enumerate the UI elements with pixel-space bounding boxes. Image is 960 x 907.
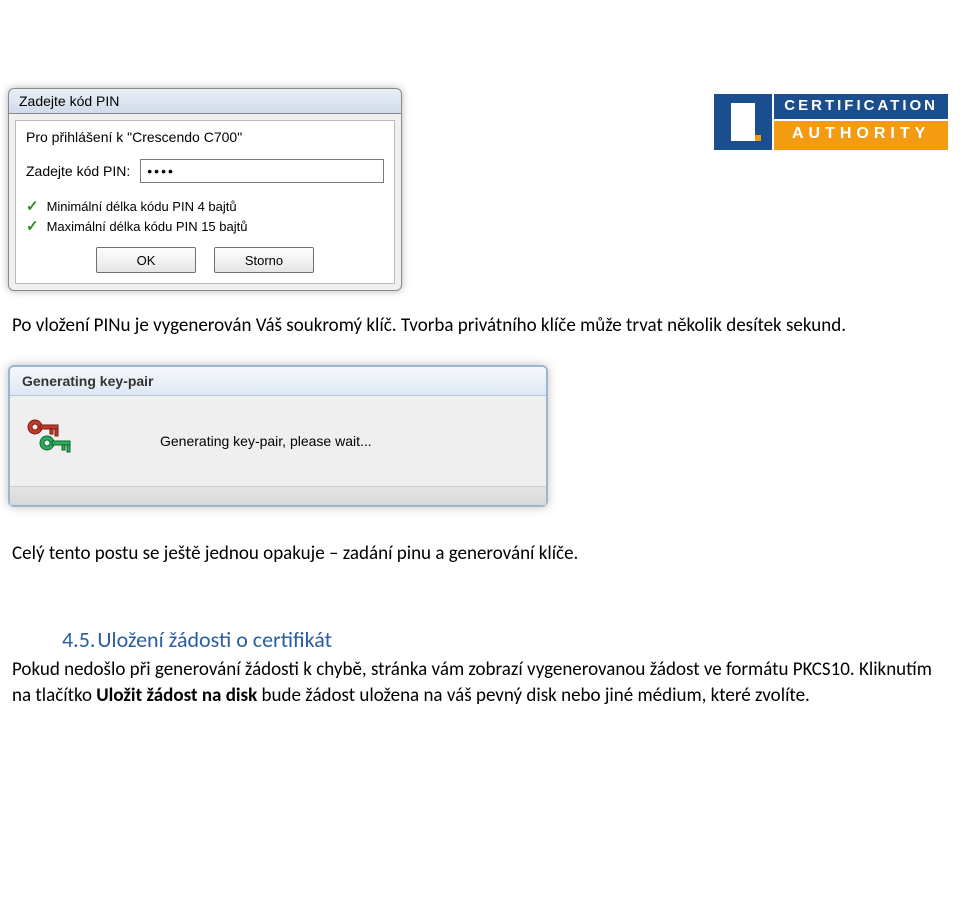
section-title: Uložení žádosti o certifikát <box>97 626 332 653</box>
logo-mark <box>714 94 772 150</box>
pin-dialog-title: Zadejte kód PIN <box>9 89 401 114</box>
generating-text: Generating key-pair, please wait... <box>160 433 372 449</box>
ok-button[interactable]: OK <box>96 247 196 273</box>
generating-dialog: Generating key-pair <box>8 365 548 507</box>
pin-prompt: Pro přihlášení k "Crescendo C700" <box>26 129 384 145</box>
body-paragraph-1: Po vložení PINu je vygenerován Váš soukr… <box>12 313 948 339</box>
pin-input-label: Zadejte kód PIN: <box>26 163 130 179</box>
section-heading: 4.5.Uložení žádosti o certifikát <box>62 626 948 653</box>
logo-text-line1: CERTIFICATION <box>774 94 948 119</box>
pin-rule-min: ✓ Minimální délka kódu PIN 4 bajtů <box>26 197 384 215</box>
pin-rule-min-text: Minimální délka kódu PIN 4 bajtů <box>47 199 237 214</box>
body-paragraph-3: Pokud nedošlo při generování žádosti k c… <box>12 657 948 708</box>
keys-icon <box>24 414 80 468</box>
check-icon: ✓ <box>26 197 39 215</box>
brand-logo: CERTIFICATION AUTHORITY <box>714 94 948 150</box>
section-number: 4.5. <box>62 626 95 653</box>
pin-dialog: Zadejte kód PIN Pro přihlášení k "Cresce… <box>8 88 402 291</box>
generating-dialog-title: Generating key-pair <box>10 367 546 396</box>
check-icon: ✓ <box>26 217 39 235</box>
para3-part-b: bude žádost uložena na váš pevný disk ne… <box>257 684 810 707</box>
body-paragraph-2: Celý tento postu se ještě jednou opakuje… <box>12 541 948 567</box>
para3-bold: Uložit žádost na disk <box>96 684 257 707</box>
pin-input[interactable] <box>140 159 384 183</box>
pin-rule-max: ✓ Maximální délka kódu PIN 15 bajtů <box>26 217 384 235</box>
logo-text-line2: AUTHORITY <box>774 121 948 150</box>
pin-dialog-body: Pro přihlášení k "Crescendo C700" Zadejt… <box>15 120 395 284</box>
pin-rule-max-text: Maximální délka kódu PIN 15 bajtů <box>47 219 248 234</box>
generating-dialog-footer <box>10 486 546 505</box>
cancel-button[interactable]: Storno <box>214 247 314 273</box>
